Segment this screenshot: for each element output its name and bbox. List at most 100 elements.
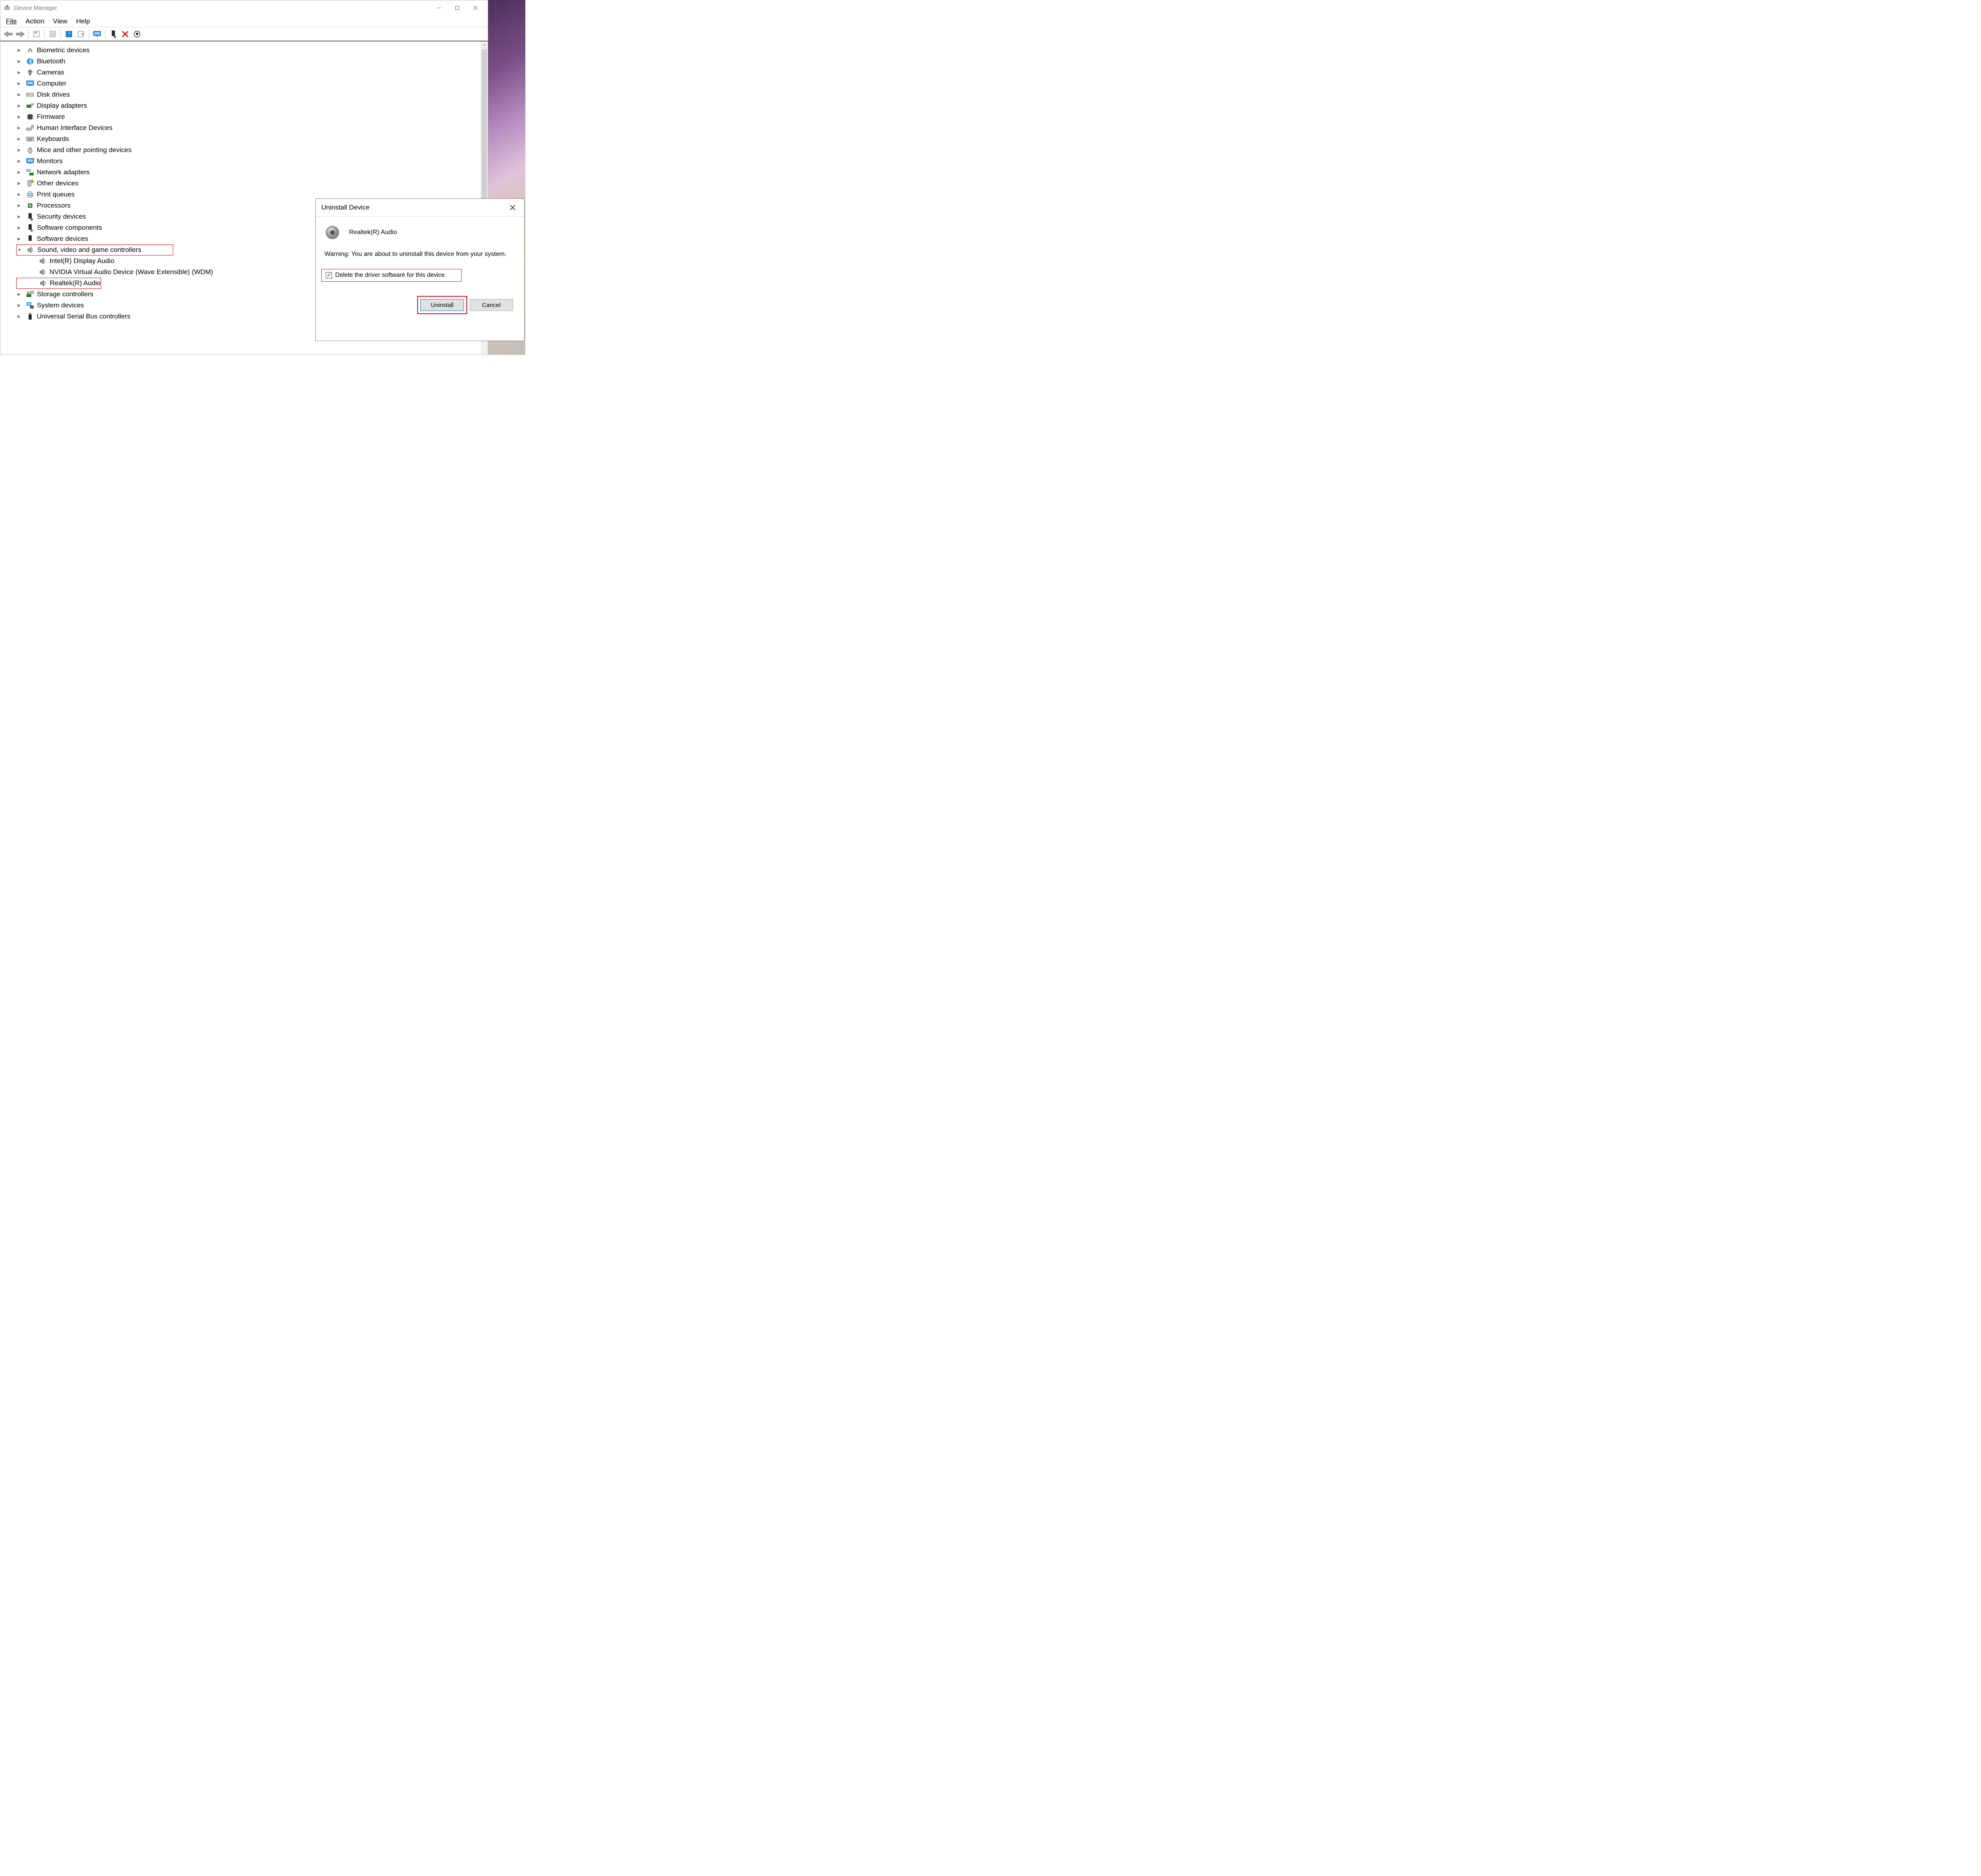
computer-icon	[26, 80, 34, 88]
properties-button[interactable]	[32, 29, 41, 39]
dialog-warning-text: Warning: You are about to uninstall this…	[322, 248, 518, 269]
tree-label: Bluetooth	[37, 57, 65, 65]
menu-view[interactable]: View	[53, 17, 68, 25]
menubar: File Action View Help	[0, 15, 488, 27]
printer-icon	[26, 191, 34, 198]
dialog-close-button[interactable]	[507, 202, 519, 214]
scroll-up-arrow-icon[interactable]: ˄	[481, 42, 488, 49]
tree-label: Processors	[37, 202, 71, 210]
tree-label: Display adapters	[37, 102, 87, 110]
svg-text:?: ?	[68, 31, 70, 37]
tree-node-firmware[interactable]: ▶ Firmware	[16, 111, 472, 122]
tree-node-network[interactable]: ▶ Network adapters	[16, 167, 472, 178]
chevron-right-icon[interactable]: ▶	[16, 59, 22, 64]
menu-file[interactable]: File	[6, 17, 17, 25]
window-title: Device Manager	[14, 5, 57, 11]
chevron-down-icon[interactable]: ▾	[17, 248, 22, 252]
tree-label: Intel(R) Display Audio	[50, 257, 114, 265]
svg-text:?: ?	[31, 181, 33, 183]
tree-label: Human Interface Devices	[37, 124, 113, 132]
tree-node-sound[interactable]: ▾ Sound, video and game controllers	[16, 244, 173, 255]
chevron-right-icon[interactable]: ▶	[16, 215, 22, 219]
tree-node-bluetooth[interactable]: ▶ Bluetooth	[16, 56, 472, 67]
chevron-right-icon[interactable]: ▶	[16, 93, 22, 97]
chevron-right-icon[interactable]: ▶	[16, 137, 22, 141]
update-driver-button[interactable]	[92, 29, 102, 39]
dialog-titlebar: Uninstall Device	[316, 199, 524, 217]
software-device-icon	[26, 235, 34, 243]
menu-action[interactable]: Action	[25, 17, 44, 25]
chevron-right-icon[interactable]: ▶	[16, 126, 22, 130]
tree-node-hid[interactable]: ▶ Human Interface Devices	[16, 122, 472, 133]
tree-label: Biometric devices	[37, 46, 90, 54]
enable-device-button[interactable]	[109, 29, 118, 39]
usb-icon	[26, 313, 34, 320]
tree-node-cameras[interactable]: ▶ Cameras	[16, 67, 472, 78]
scan-hardware-button[interactable]	[76, 29, 86, 39]
toolbar: ?	[0, 27, 488, 41]
speaker-icon	[38, 268, 47, 276]
security-icon	[26, 213, 34, 221]
tree-node-mice[interactable]: ▶ Mice and other pointing devices	[16, 145, 472, 156]
storage-controller-icon	[26, 290, 34, 298]
chevron-right-icon[interactable]: ▶	[16, 104, 22, 108]
chevron-right-icon[interactable]: ▶	[16, 193, 22, 197]
chevron-right-icon[interactable]: ▶	[16, 204, 22, 208]
disable-device-button[interactable]	[132, 29, 142, 39]
monitor-icon	[26, 157, 34, 165]
uninstall-device-button[interactable]	[120, 29, 130, 39]
tree-label: System devices	[37, 301, 84, 309]
tree-label: Software components	[37, 224, 102, 232]
chevron-right-icon[interactable]: ▶	[16, 181, 22, 186]
chevron-right-icon[interactable]: ▶	[16, 170, 22, 175]
close-button[interactable]	[466, 2, 485, 14]
chevron-right-icon[interactable]: ▶	[16, 48, 22, 53]
chevron-right-icon[interactable]: ▶	[16, 115, 22, 119]
tree-label: Other devices	[37, 179, 78, 187]
tree-label: Computer	[37, 80, 67, 88]
chevron-right-icon[interactable]: ▶	[16, 237, 22, 241]
tree-node-disk[interactable]: ▶ Disk drives	[16, 89, 472, 100]
biometric-icon	[26, 46, 34, 54]
chevron-right-icon[interactable]: ▶	[16, 148, 22, 153]
software-component-icon	[26, 224, 34, 232]
tree-node-display[interactable]: ▶ Display adapters	[16, 100, 472, 111]
show-hidden-button[interactable]	[48, 29, 57, 39]
tree-node-other[interactable]: ▶ ? Other devices	[16, 178, 472, 189]
tree-node-realtek-audio[interactable]: Realtek(R) Audio	[16, 278, 101, 289]
cancel-button[interactable]: Cancel	[469, 299, 513, 311]
menu-help[interactable]: Help	[76, 17, 90, 25]
speaker-icon	[39, 279, 48, 287]
tree-node-keyboards[interactable]: ▶ Keyboards	[16, 133, 472, 145]
tree-node-biometric[interactable]: ▶ Biometric devices	[16, 45, 472, 56]
maximize-button[interactable]	[448, 2, 466, 14]
keyboard-icon	[26, 135, 34, 143]
tree-node-computer[interactable]: ▶ Computer	[16, 78, 472, 89]
chevron-right-icon[interactable]: ▶	[16, 71, 22, 75]
chevron-right-icon[interactable]: ▶	[16, 226, 22, 230]
chevron-right-icon[interactable]: ▶	[16, 303, 22, 308]
chevron-right-icon[interactable]: ▶	[16, 315, 22, 319]
tree-node-monitors[interactable]: ▶ Monitors	[16, 156, 472, 167]
forward-button[interactable]	[15, 29, 25, 39]
back-button[interactable]	[4, 29, 13, 39]
display-adapter-icon	[26, 102, 34, 110]
help-button[interactable]: ?	[64, 29, 74, 39]
tree-label: Sound, video and game controllers	[37, 246, 141, 254]
tree-label: Security devices	[37, 213, 86, 221]
chevron-right-icon[interactable]: ▶	[16, 159, 22, 164]
uninstall-button[interactable]: Uninstall	[420, 299, 464, 311]
chevron-right-icon[interactable]: ▶	[16, 292, 22, 297]
delete-driver-checkbox-row[interactable]: ✓ Delete the driver software for this de…	[321, 269, 462, 282]
tree-label: Print queues	[37, 191, 74, 198]
disk-icon	[26, 91, 34, 99]
checkbox-checked-icon[interactable]: ✓	[326, 272, 332, 278]
firmware-icon	[26, 113, 34, 121]
speaker-icon	[324, 225, 340, 240]
tree-label: Mice and other pointing devices	[37, 146, 132, 154]
chevron-right-icon[interactable]: ▶	[16, 82, 22, 86]
uninstall-device-dialog: Uninstall Device Realtek(R) Audio Warnin…	[315, 198, 525, 341]
hid-icon	[26, 124, 34, 132]
minimize-button[interactable]	[430, 2, 448, 14]
dialog-device-name: Realtek(R) Audio	[349, 229, 397, 236]
